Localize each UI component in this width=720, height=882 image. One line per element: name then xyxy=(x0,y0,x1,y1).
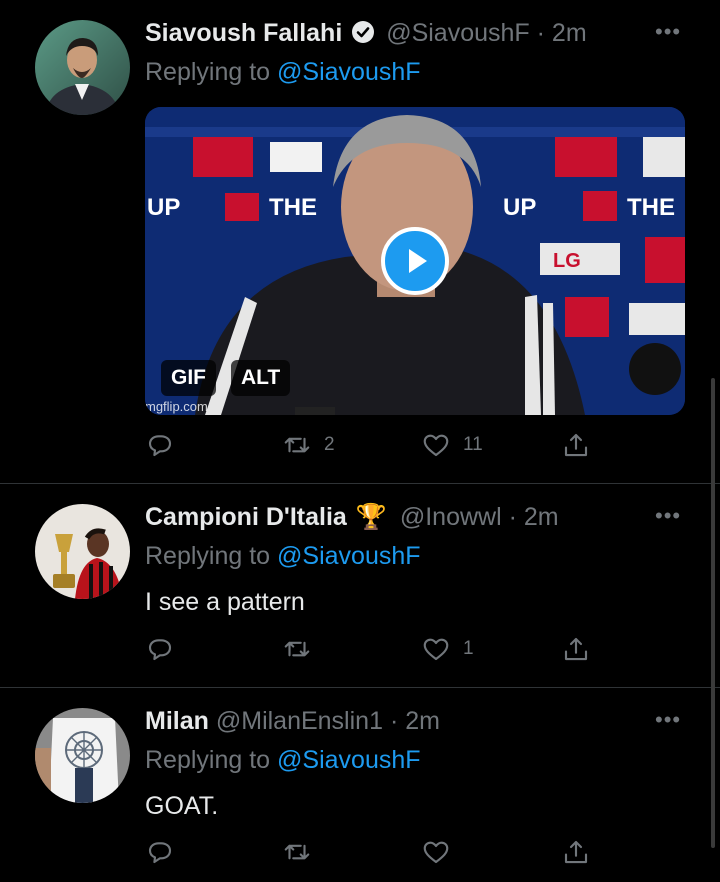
user-handle[interactable]: @Inowwl xyxy=(400,503,502,531)
replying-prefix: Replying to xyxy=(145,542,271,570)
share-button[interactable] xyxy=(561,428,591,462)
like-button[interactable]: 1 xyxy=(421,632,474,666)
gif-badge: GIF xyxy=(161,360,216,396)
like-count: 1 xyxy=(463,638,474,659)
more-options-icon[interactable]: ••• xyxy=(655,709,681,731)
timestamp[interactable]: 2m xyxy=(552,19,587,47)
trophy-emoji: 🏆 xyxy=(355,503,387,531)
tweet-actions: 1 xyxy=(145,632,605,666)
retweet-count: 2 xyxy=(324,434,335,455)
user-handle[interactable]: @MilanEnslin1 xyxy=(216,707,383,735)
separator: · xyxy=(508,503,517,531)
retweet-button[interactable]: 2 xyxy=(282,428,335,462)
reply-button[interactable] xyxy=(145,428,175,462)
display-name[interactable]: Campioni D'Italia xyxy=(145,503,347,531)
display-name[interactable]: Milan xyxy=(145,707,209,735)
heart-icon xyxy=(423,434,449,457)
reply-icon xyxy=(148,435,172,457)
backdrop-text: UP xyxy=(147,194,180,221)
retweet-icon xyxy=(284,641,310,657)
play-button[interactable] xyxy=(381,227,449,295)
tweet-header: Campioni D'Italia 🏆 @Inowwl · 2m xyxy=(145,502,559,532)
tweet-text: GOAT. xyxy=(145,792,219,820)
timestamp[interactable]: 2m xyxy=(524,503,559,531)
share-button[interactable] xyxy=(561,632,591,666)
mention-link[interactable]: @SiavoushF xyxy=(277,58,421,86)
timestamp[interactable]: 2m xyxy=(405,707,440,735)
more-options-icon[interactable]: ••• xyxy=(655,21,681,43)
verified-badge-icon xyxy=(351,20,375,51)
play-icon xyxy=(409,249,427,273)
retweet-icon xyxy=(284,844,310,860)
backdrop-text: LG xyxy=(553,250,581,272)
tweet-3[interactable]: Milan @MilanEnslin1 · 2m ••• Replying to… xyxy=(0,688,720,882)
heart-icon xyxy=(423,638,449,661)
avatar[interactable] xyxy=(35,708,130,803)
backdrop-text: UP xyxy=(503,194,536,221)
avatar[interactable] xyxy=(35,504,130,599)
watermark: mgflip.com xyxy=(145,399,208,414)
replying-prefix: Replying to xyxy=(145,58,271,86)
replying-to: Replying to @SiavoushF xyxy=(145,541,421,571)
replying-to: Replying to @SiavoushF xyxy=(145,745,421,775)
retweet-icon xyxy=(284,437,310,453)
gif-media[interactable]: UP THE LG UP THE mgflip.com xyxy=(145,107,685,415)
like-button[interactable]: 11 xyxy=(421,428,483,462)
avatar[interactable] xyxy=(35,20,130,115)
display-name[interactable]: Siavoush Fallahi xyxy=(145,19,342,47)
heart-icon xyxy=(423,841,449,864)
reply-icon xyxy=(148,639,172,661)
backdrop-text: THE xyxy=(269,194,317,221)
retweet-button[interactable] xyxy=(282,835,324,869)
reply-button[interactable] xyxy=(145,632,175,666)
tweet-header: Milan @MilanEnslin1 · 2m xyxy=(145,706,440,736)
like-button[interactable] xyxy=(421,835,463,869)
tweet-2[interactable]: Campioni D'Italia 🏆 @Inowwl · 2m ••• Rep… xyxy=(0,484,720,686)
tweet-header: Siavoush Fallahi @SiavoushF · 2m xyxy=(145,18,587,51)
mention-link[interactable]: @SiavoushF xyxy=(277,542,421,570)
share-icon xyxy=(564,637,588,661)
reply-button[interactable] xyxy=(145,835,175,869)
share-icon xyxy=(564,840,588,864)
reply-icon xyxy=(148,842,172,864)
mention-link[interactable]: @SiavoushF xyxy=(277,746,421,774)
tweet-text: I see a pattern xyxy=(145,588,305,616)
tweet-1[interactable]: Siavoush Fallahi @SiavoushF · 2m ••• Rep… xyxy=(0,0,720,482)
backdrop-text: THE xyxy=(627,194,675,221)
separator: · xyxy=(389,707,399,735)
user-handle[interactable]: @SiavoushF xyxy=(386,19,530,47)
alt-badge[interactable]: ALT xyxy=(231,360,291,396)
scrollbar[interactable] xyxy=(711,378,715,848)
tweet-actions: 2 11 xyxy=(145,428,605,462)
replying-to: Replying to @SiavoushF xyxy=(145,57,421,87)
retweet-button[interactable] xyxy=(282,632,324,666)
separator: · xyxy=(536,19,545,47)
tweet-actions xyxy=(145,835,605,869)
like-count: 11 xyxy=(463,434,483,455)
share-icon xyxy=(564,433,588,457)
more-options-icon[interactable]: ••• xyxy=(655,505,681,527)
share-button[interactable] xyxy=(561,835,591,869)
replying-prefix: Replying to xyxy=(145,746,271,774)
